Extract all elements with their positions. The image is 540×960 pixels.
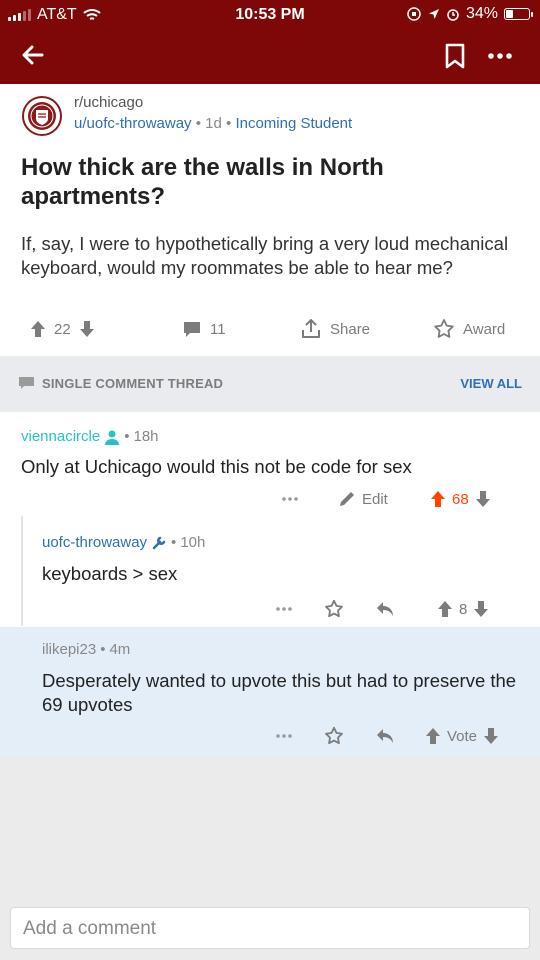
comment-vote-group: 68 bbox=[430, 487, 491, 511]
comment-vote-group: Vote bbox=[425, 724, 499, 748]
downvote-icon[interactable] bbox=[79, 320, 95, 338]
share-label: Share bbox=[330, 320, 371, 338]
more-icon bbox=[276, 607, 292, 611]
comment-more-button[interactable] bbox=[275, 597, 293, 621]
post-action-bar: 22 11 Share Award bbox=[0, 316, 540, 346]
comment-text: keyboards > sex bbox=[42, 563, 178, 584]
comment-icon bbox=[184, 322, 200, 337]
comment-count: 11 bbox=[210, 320, 226, 338]
orientation-lock-icon bbox=[407, 7, 421, 21]
back-arrow-icon[interactable] bbox=[18, 40, 48, 70]
add-comment-placeholder: Add a comment bbox=[23, 918, 157, 939]
reply-button[interactable] bbox=[375, 597, 395, 621]
comment: viennacircle • 18h Only at Uchicago woul… bbox=[0, 412, 540, 514]
comment-meta: ilikepi23 • 4m bbox=[42, 641, 130, 658]
thread-label: SINGLE COMMENT THREAD bbox=[18, 376, 223, 391]
reply-icon bbox=[377, 602, 393, 616]
comment-thread: viennacircle • 18h Only at Uchicago woul… bbox=[0, 412, 540, 757]
edit-button[interactable]: Edit bbox=[338, 487, 388, 511]
comment-more-button[interactable] bbox=[275, 724, 293, 748]
status-right: 34% bbox=[406, 5, 533, 23]
comment-age: 4m bbox=[109, 641, 131, 658]
post-age: 1d bbox=[205, 115, 222, 132]
comment-actions: Vote bbox=[0, 724, 540, 750]
comment-more-button[interactable] bbox=[281, 487, 299, 511]
comment-highlighted: ilikepi23 • 4m Desperately wanted to upv… bbox=[0, 627, 540, 757]
more-icon bbox=[276, 734, 292, 738]
upvote-icon[interactable] bbox=[430, 490, 446, 508]
upvote-icon[interactable] bbox=[425, 727, 441, 745]
post-author[interactable]: u/uofc-throwaway bbox=[74, 115, 192, 132]
comments-button[interactable]: 11 bbox=[182, 316, 226, 342]
comment-author[interactable]: viennacircle bbox=[21, 428, 100, 445]
more-icon bbox=[282, 497, 298, 501]
reply-icon bbox=[377, 729, 393, 743]
post-vote-group: 22 bbox=[30, 316, 95, 342]
post-flair[interactable]: Incoming Student bbox=[235, 115, 352, 132]
comment-author[interactable]: ilikepi23 bbox=[42, 641, 96, 658]
vote-label: Vote bbox=[447, 727, 478, 745]
post-body: If, say, I were to hypothetically bring … bbox=[21, 233, 509, 278]
post: r/uchicago u/uofc-throwaway • 1d • Incom… bbox=[0, 84, 540, 356]
share-button[interactable]: Share bbox=[300, 316, 370, 342]
comment-age: 10h bbox=[180, 534, 206, 551]
location-icon bbox=[428, 9, 439, 19]
alarm-icon bbox=[447, 9, 459, 21]
meta-separator: • bbox=[171, 534, 177, 551]
edit-label: Edit bbox=[362, 490, 388, 508]
user-icon bbox=[105, 430, 120, 445]
battery-percent: 34% bbox=[465, 5, 498, 22]
subreddit-avatar[interactable] bbox=[22, 96, 62, 136]
downvote-icon[interactable] bbox=[483, 727, 499, 745]
comment-text: Only at Uchicago would this not be code … bbox=[21, 456, 412, 477]
award-label: Award bbox=[463, 320, 506, 338]
edit-icon bbox=[340, 492, 354, 506]
comment-actions: Edit 68 bbox=[0, 487, 540, 513]
award-button[interactable] bbox=[324, 597, 344, 621]
award-button[interactable]: Award bbox=[433, 316, 505, 342]
comment-reply: uofc-throwaway • 10h keyboards > sex 8 bbox=[0, 516, 540, 626]
app-header: AT&T 10:53 PM 34% bbox=[0, 0, 540, 84]
award-icon bbox=[325, 726, 343, 745]
comment-score: 68 bbox=[452, 490, 469, 508]
bookmark-icon[interactable] bbox=[443, 42, 467, 70]
share-icon bbox=[302, 319, 320, 338]
subreddit-name[interactable]: r/uchicago bbox=[74, 94, 143, 111]
comment-vote-group: 8 bbox=[437, 597, 489, 621]
more-icon[interactable] bbox=[486, 42, 514, 70]
comment-text: Desperately wanted to upvote this but ha… bbox=[42, 670, 517, 715]
upvote-icon[interactable] bbox=[437, 600, 453, 618]
award-icon bbox=[434, 319, 454, 338]
comment-score: 8 bbox=[459, 600, 468, 618]
downvote-icon[interactable] bbox=[473, 600, 489, 618]
wrench-icon bbox=[152, 536, 166, 549]
comment-meta: uofc-throwaway • 10h bbox=[42, 534, 205, 551]
award-icon bbox=[325, 599, 343, 618]
meta-separator: • bbox=[195, 115, 206, 132]
upvote-icon[interactable] bbox=[30, 320, 46, 338]
view-all-link[interactable]: VIEW ALL bbox=[460, 376, 522, 391]
comment-meta: viennacircle • 18h bbox=[21, 428, 159, 445]
comment-actions: 8 bbox=[0, 597, 540, 623]
meta-separator: • bbox=[124, 428, 130, 445]
post-title: How thick are the walls in North apartme… bbox=[21, 154, 384, 210]
award-button[interactable] bbox=[324, 724, 344, 748]
battery-icon bbox=[504, 8, 533, 20]
comment-age: 18h bbox=[133, 428, 159, 445]
post-score: 22 bbox=[54, 320, 71, 338]
add-comment-input[interactable]: Add a comment bbox=[10, 907, 530, 949]
comment-icon bbox=[19, 377, 34, 389]
battery-fill bbox=[506, 10, 513, 18]
downvote-icon[interactable] bbox=[475, 490, 491, 508]
post-meta: u/uofc-throwaway • 1d • Incoming Student bbox=[74, 115, 352, 132]
meta-separator: • bbox=[100, 641, 106, 658]
status-bar: AT&T 10:53 PM 34% bbox=[0, 0, 540, 30]
reply-button[interactable] bbox=[375, 724, 395, 748]
thread-bar: SINGLE COMMENT THREAD VIEW ALL bbox=[0, 356, 540, 412]
comment-author[interactable]: uofc-throwaway bbox=[42, 534, 147, 551]
thread-label-text: SINGLE COMMENT THREAD bbox=[42, 376, 224, 391]
